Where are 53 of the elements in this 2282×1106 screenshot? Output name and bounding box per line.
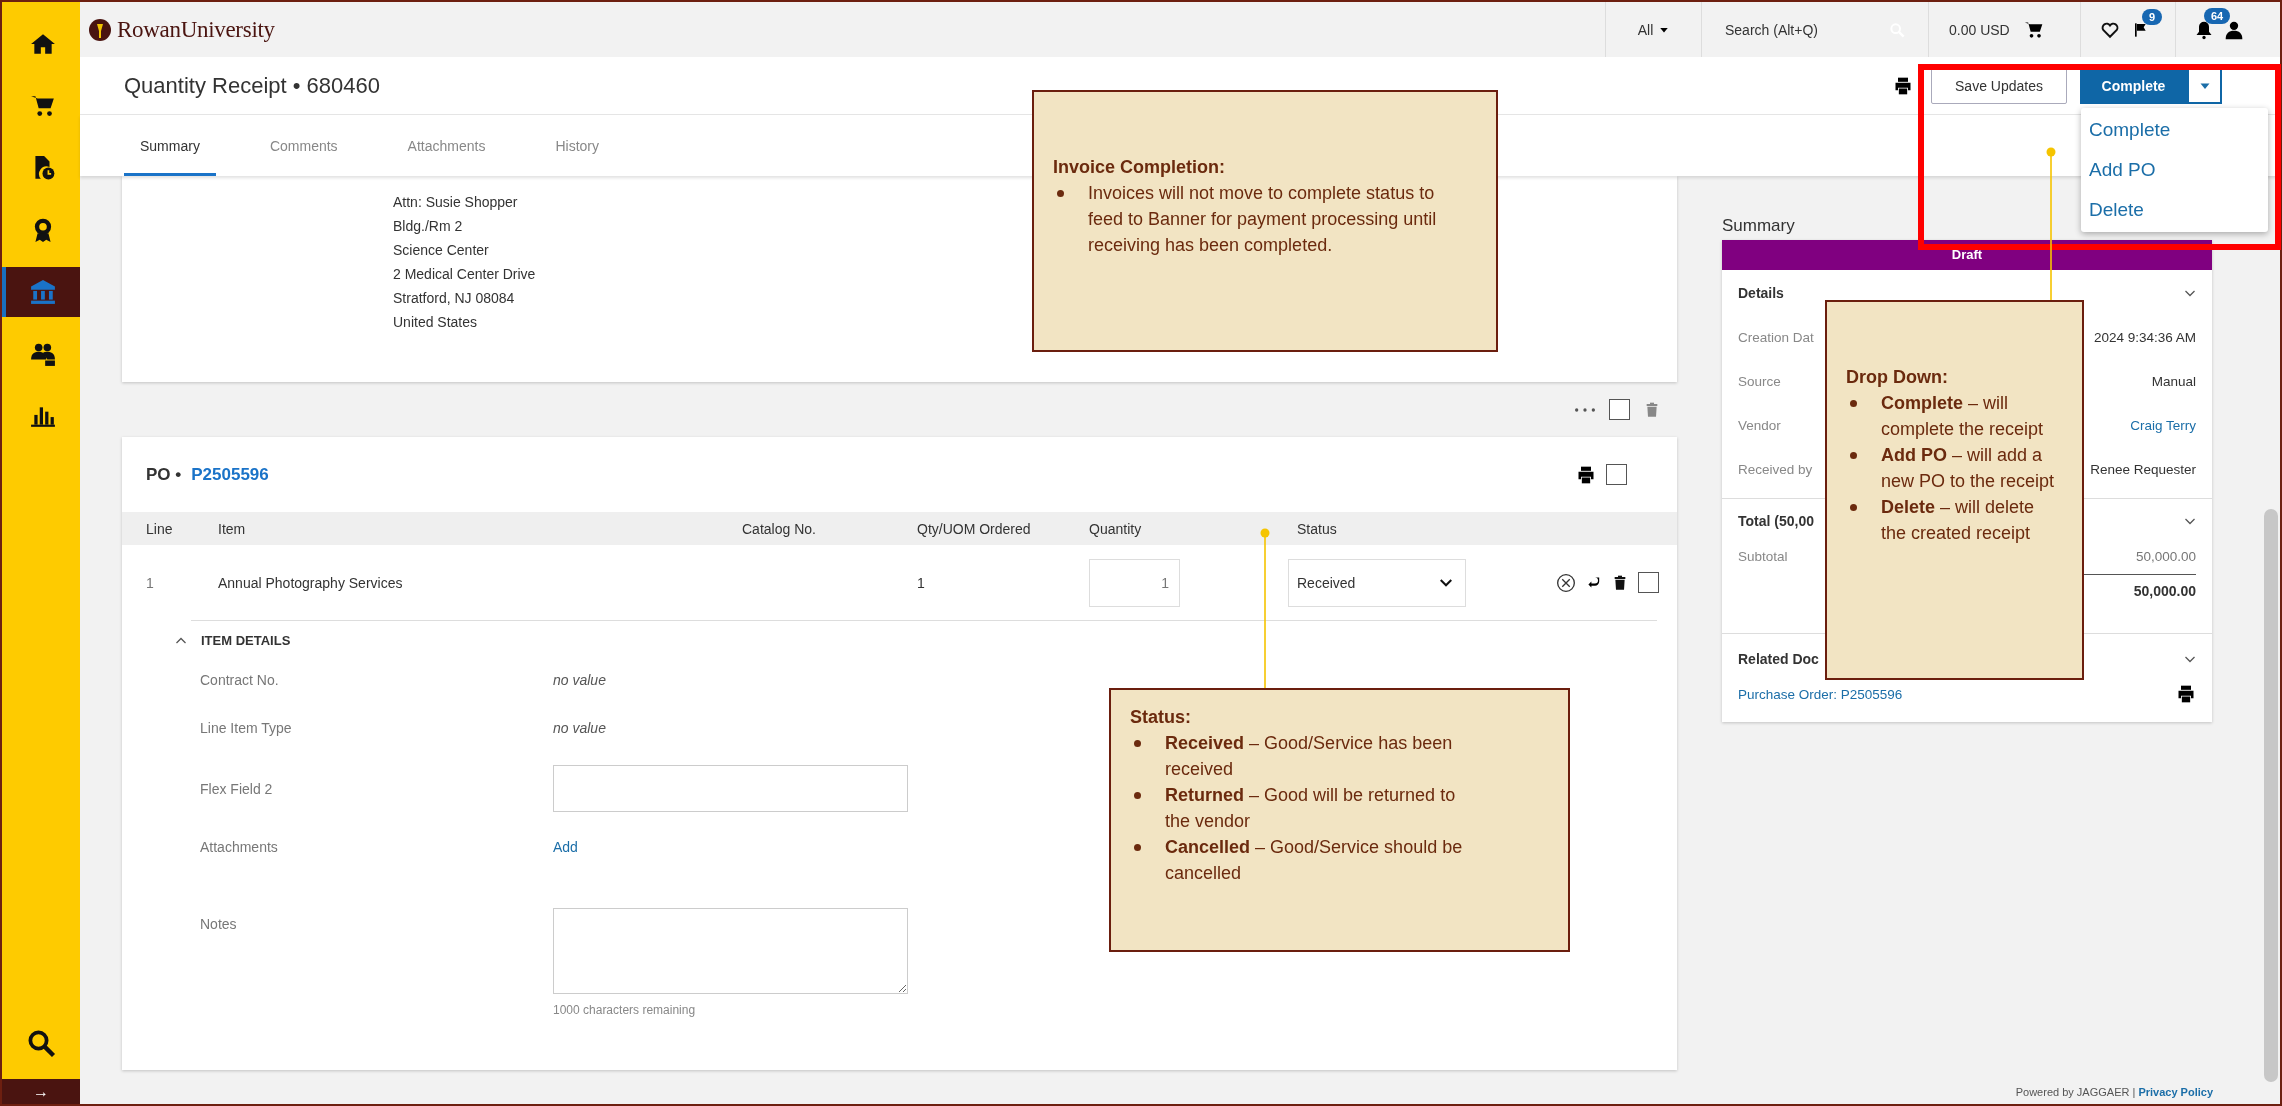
section-title: ITEM DETAILS <box>201 633 291 648</box>
column-header: Status <box>1296 520 1338 537</box>
detail-label: Source <box>1738 373 1781 389</box>
detail-value: 50,000.00 <box>2135 548 2196 564</box>
callout-title: Status: <box>1130 706 1191 729</box>
address-line: Attn: Susie Shopper <box>393 193 518 212</box>
callout-text: Cancelled – Good/Service should be cancelled <box>1165 836 1464 885</box>
section-title: Total (50,00 <box>1738 513 1814 529</box>
field-value: no value <box>553 720 606 736</box>
address-line: Science Center <box>393 241 489 260</box>
detail-value: Manual <box>2151 373 2196 389</box>
field-value: no value <box>553 672 606 688</box>
column-header: Quantity <box>1089 520 1143 537</box>
field-label: Attachments <box>200 839 278 855</box>
address-line: Bldg./Rm 2 <box>393 217 463 236</box>
address-line: Stratford, NJ 08084 <box>393 289 515 308</box>
callout-text: Delete – will delete the created receipt <box>1881 496 2036 545</box>
field-label: Line Item Type <box>200 720 292 736</box>
callout-text: Invoices will not move to complete status to feed to Banner for payment processing until receiving has been completed. <box>1088 182 1438 257</box>
detail-value: Renee Requester <box>2090 461 2196 477</box>
column-header: Item <box>218 520 247 537</box>
footer-text: Powered by JAGGAER | <box>2015 1086 2136 1098</box>
callout-text: Add PO – will add a new PO to the receipt <box>1881 444 2056 493</box>
notification-badge: 9 <box>2142 8 2163 25</box>
cart-total: 0.00 USD <box>1949 21 2010 38</box>
field-label: Contract No. <box>200 672 279 688</box>
field-label: Flex Field 2 <box>200 780 273 797</box>
section-title: Details <box>1738 284 1784 301</box>
callout-title: Invoice Completion: <box>1053 156 1225 179</box>
callout-text: Returned – Good will be returned to the vendor <box>1165 784 1457 833</box>
detail-label: Vendor <box>1738 417 1781 433</box>
address-line: 2 Medical Center Drive <box>393 265 536 284</box>
notification-badge: 64 <box>2204 7 2231 24</box>
field-label: Notes <box>200 915 237 932</box>
callout-text: Received – Good/Service has been received <box>1165 732 1454 781</box>
column-header: Line <box>146 520 174 537</box>
column-header: Qty/UOM Ordered <box>917 520 1032 537</box>
summary-heading: Summary <box>1722 216 1795 237</box>
po-label: PO • <box>146 464 182 485</box>
table-cell-text: 1 <box>146 574 155 591</box>
character-count: 1000 characters remaining <box>553 1003 697 1017</box>
address-line: United States <box>393 313 478 332</box>
detail-label: Received by <box>1738 461 1813 477</box>
detail-value: 2024 9:34:36 AM <box>2093 329 2196 345</box>
callout-text: Complete – will complete the receipt <box>1881 392 2045 441</box>
table-cell-text: Annual Photography Services <box>218 574 404 591</box>
section-title: Related Doc <box>1738 651 1819 667</box>
callout-title: Drop Down: <box>1846 366 1948 389</box>
column-header: Catalog No. <box>742 520 817 537</box>
detail-label: Subtotal <box>1738 548 1788 564</box>
detail-label: Creation Dat <box>1738 329 1814 345</box>
document-title: Quantity Receipt • 680460 <box>123 72 381 99</box>
table-cell-text: 1 <box>917 574 926 591</box>
